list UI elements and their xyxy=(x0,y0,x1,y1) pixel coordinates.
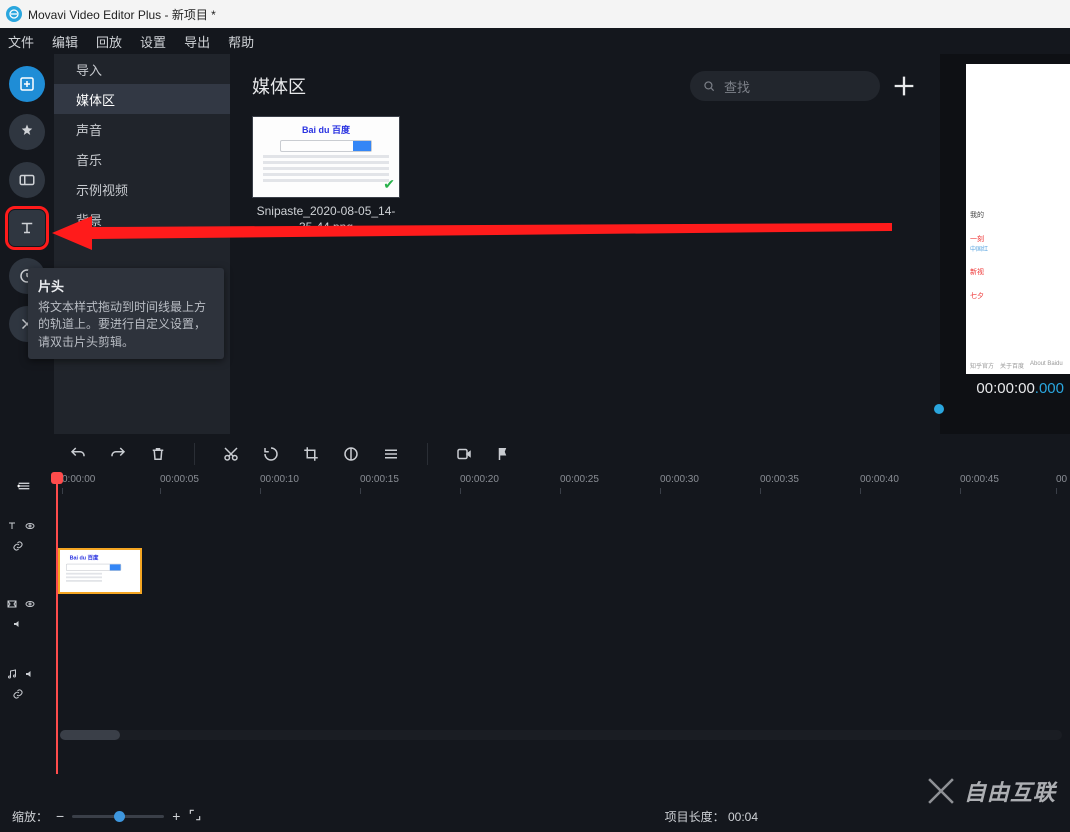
menu-file[interactable]: 文件 xyxy=(8,32,34,51)
delete-button[interactable] xyxy=(148,444,168,464)
transitions-button[interactable] xyxy=(9,162,45,198)
link-icon[interactable] xyxy=(12,688,24,700)
timeline-scrollbar-thumb[interactable] xyxy=(60,730,120,740)
timeline-ruler[interactable]: 0:00:00 00:00:05 00:00:10 00:00:15 00:00… xyxy=(46,474,1070,498)
status-bar: 缩放： − + 项目长度： 00:04 xyxy=(0,800,1070,832)
watermark: 自由互联 xyxy=(924,774,1056,808)
zoom-slider-knob[interactable] xyxy=(114,811,125,822)
media-panel: 媒体区 查找 Bai du 百度 ✔ Snipaste_20 xyxy=(230,54,940,434)
tooltip-body: 将文本样式拖动到时间线最上方的轨道上。要进行自定义设置，请双击片头剪辑。 xyxy=(38,299,214,351)
ruler-tick: 00 xyxy=(1056,474,1067,485)
zoom-control: 缩放： − + xyxy=(12,808,202,825)
timeline-left-gutter xyxy=(0,474,46,774)
search-icon xyxy=(702,79,716,93)
rotate-button[interactable] xyxy=(261,444,281,464)
title-track-header[interactable] xyxy=(6,516,46,536)
ruler-tick: 00:00:05 xyxy=(160,474,199,485)
record-button[interactable] xyxy=(454,444,474,464)
add-media-button[interactable] xyxy=(890,72,918,100)
ruler-tick: 00:00:10 xyxy=(260,474,299,485)
tooltip-title: 片头 xyxy=(38,276,214,295)
ruler-tick: 00:00:35 xyxy=(760,474,799,485)
menu-edit[interactable]: 编辑 xyxy=(52,32,78,51)
zoom-fit-button[interactable] xyxy=(188,808,202,825)
subnav-music[interactable]: 音乐 xyxy=(54,144,230,174)
link-icon[interactable] xyxy=(12,540,24,552)
preview-frame: 我的 一刻 中国红 新视 七夕 知乎官方 关于百度 About Baidu xyxy=(966,64,1070,374)
menubar: 文件 编辑 回放 设置 导出 帮助 xyxy=(0,28,1070,54)
zoom-out-button[interactable]: − xyxy=(56,808,64,824)
timeline-toolbar xyxy=(0,434,1070,474)
search-placeholder: 查找 xyxy=(724,77,750,96)
audio-track-link[interactable] xyxy=(6,684,46,704)
cut-button[interactable] xyxy=(221,444,241,464)
titles-tooltip: 片头 将文本样式拖动到时间线最上方的轨道上。要进行自定义设置，请双击片头剪辑。 xyxy=(28,268,224,359)
import-subnav: 导入 媒体区 声音 音乐 示例视频 背景 xyxy=(54,54,230,434)
preview-timecode: 00:00:00.000 xyxy=(940,374,1070,397)
search-input[interactable]: 查找 xyxy=(690,71,880,101)
ruler-tick: 00:00:30 xyxy=(660,474,699,485)
audio-track-header[interactable] xyxy=(6,664,46,684)
playhead[interactable] xyxy=(56,474,58,774)
subnav-media[interactable]: 媒体区 xyxy=(54,84,230,114)
window-title: Movavi Video Editor Plus - 新项目 * xyxy=(28,6,216,23)
ruler-tick: 00:00:45 xyxy=(960,474,999,485)
tracks-area[interactable]: Bai du 百度 xyxy=(46,498,1070,596)
undo-button[interactable] xyxy=(68,444,88,464)
side-toolbar xyxy=(0,54,54,434)
import-button[interactable] xyxy=(9,66,45,102)
preview-position-marker[interactable] xyxy=(934,404,944,414)
color-adjust-button[interactable] xyxy=(341,444,361,464)
timeline: 0:00:00 00:00:05 00:00:10 00:00:15 00:00… xyxy=(0,474,1070,774)
ruler-tick: 00:00:20 xyxy=(460,474,499,485)
titlebar: Movavi Video Editor Plus - 新项目 * xyxy=(0,0,1070,28)
check-icon: ✔ xyxy=(383,176,395,193)
ruler-tick: 00:00:15 xyxy=(360,474,399,485)
redo-button[interactable] xyxy=(108,444,128,464)
clip-properties-button[interactable] xyxy=(381,444,401,464)
speaker-icon[interactable] xyxy=(12,618,24,630)
subnav-sound[interactable]: 声音 xyxy=(54,114,230,144)
crop-button[interactable] xyxy=(301,444,321,464)
menu-help[interactable]: 帮助 xyxy=(228,32,254,51)
subnav-backgrounds[interactable]: 背景 xyxy=(54,204,230,234)
speaker-icon[interactable] xyxy=(24,668,36,680)
ruler-tick: 0:00:00 xyxy=(62,474,95,485)
preview-panel: 我的 一刻 中国红 新视 七夕 知乎官方 关于百度 About Baidu 00… xyxy=(940,54,1070,434)
video-track[interactable]: Bai du 百度 xyxy=(46,546,1070,596)
video-track-header[interactable] xyxy=(6,594,46,614)
media-title: 媒体区 xyxy=(252,73,306,99)
main-area: 导入 媒体区 声音 音乐 示例视频 背景 媒体区 查找 Bai du 百度 xyxy=(0,54,1070,434)
media-clip-thumbnail: Bai du 百度 ✔ xyxy=(252,116,400,198)
media-clip-name: Snipaste_2020-08-05_14-35-44.png xyxy=(252,204,400,235)
timeline-scrollbar[interactable] xyxy=(60,730,1062,740)
app-logo-icon xyxy=(6,6,22,22)
subnav-import[interactable]: 导入 xyxy=(54,54,230,84)
marker-button[interactable] xyxy=(494,444,514,464)
title-track-link[interactable] xyxy=(6,536,46,556)
project-length: 项目长度： 00:04 xyxy=(665,808,758,825)
menu-export[interactable]: 导出 xyxy=(184,32,210,51)
timeline-clip[interactable]: Bai du 百度 xyxy=(58,548,142,594)
ruler-tick: 00:00:25 xyxy=(560,474,599,485)
add-track-button[interactable] xyxy=(16,478,32,499)
menu-settings[interactable]: 设置 xyxy=(140,32,166,51)
filters-button[interactable] xyxy=(9,114,45,150)
menu-play[interactable]: 回放 xyxy=(96,32,122,51)
ruler-tick: 00:00:40 xyxy=(860,474,899,485)
zoom-in-button[interactable]: + xyxy=(172,808,180,824)
titles-button[interactable] xyxy=(9,210,45,246)
zoom-label: 缩放： xyxy=(12,808,48,825)
video-track-mute[interactable] xyxy=(6,614,46,634)
zoom-slider[interactable] xyxy=(72,815,164,818)
eye-icon[interactable] xyxy=(24,598,36,610)
eye-icon[interactable] xyxy=(24,520,36,532)
media-clip[interactable]: Bai du 百度 ✔ Snipaste_2020-08-05_14-35-44… xyxy=(252,116,400,235)
subnav-samples[interactable]: 示例视频 xyxy=(54,174,230,204)
